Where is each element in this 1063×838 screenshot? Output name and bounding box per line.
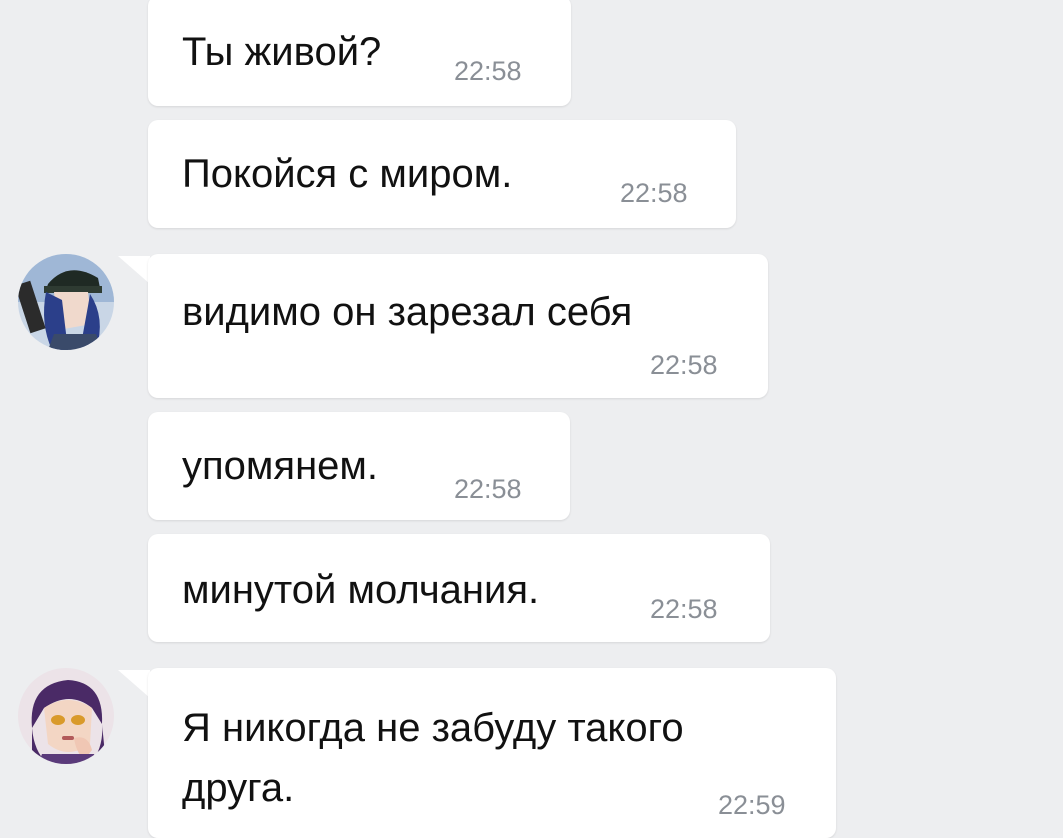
avatar-anime-purple-hair-icon <box>18 668 114 764</box>
sender-avatar[interactable] <box>18 254 114 350</box>
message-bubble[interactable]: Покойся с миром. 22:58 <box>148 120 736 228</box>
message-time: 22:58 <box>454 474 522 504</box>
message-bubble[interactable]: видимо он зарезал себя 22:58 <box>148 254 768 398</box>
message-text: Покойся с миром. <box>182 152 513 196</box>
message-time: 22:59 <box>718 790 786 820</box>
message-bubble[interactable]: Ты живой? 22:58 <box>148 0 571 106</box>
message-bubble[interactable]: минутой молчания. 22:58 <box>148 534 770 642</box>
message-time: 22:58 <box>454 56 522 86</box>
message-text: Я никогда не забуду такого друга. <box>182 706 684 810</box>
message-bubble[interactable]: упомянем. 22:58 <box>148 412 570 520</box>
message-text: упомянем. <box>182 444 379 488</box>
bubble-tail <box>118 670 150 698</box>
bubble-tail <box>118 256 150 284</box>
message-time: 22:58 <box>620 178 688 208</box>
avatar-anime-cap-girl-icon <box>18 254 114 350</box>
sender-avatar[interactable] <box>18 668 114 764</box>
message-text: видимо он зарезал себя <box>182 290 633 334</box>
message-bubble[interactable]: Я никогда не забуду такого друга. 22:59 <box>148 668 836 838</box>
message-text: Ты живой? <box>182 30 382 74</box>
message-time: 22:58 <box>650 350 718 380</box>
message-time: 22:58 <box>650 594 718 624</box>
message-text: минутой молчания. <box>182 568 540 612</box>
